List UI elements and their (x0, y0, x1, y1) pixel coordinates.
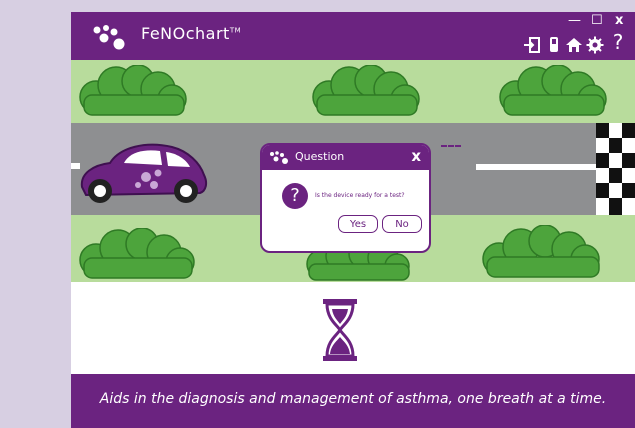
help-icon[interactable]: ? (609, 32, 627, 52)
home-icon[interactable] (565, 36, 583, 54)
bush-icon (79, 228, 195, 279)
finish-line-icon (596, 123, 635, 215)
car-icon (80, 143, 208, 203)
maximize-button[interactable]: ☐ (591, 14, 603, 28)
fenochart-logo-icon (93, 25, 125, 50)
close-window-button[interactable]: x (615, 14, 623, 28)
minimize-button[interactable]: — (568, 14, 581, 28)
title-bar: FeNOchartTM — ☐ x ? (71, 12, 635, 60)
bush-icon (499, 65, 607, 116)
dialog-title: Question (295, 150, 345, 163)
bush-icon (312, 65, 420, 116)
app-window: FeNOchartTM — ☐ x ? Aids in the diagnosi… (71, 12, 635, 428)
app-brand: FeNOchartTM (141, 24, 241, 43)
fenochart-logo-icon (270, 151, 288, 164)
question-dialog: Question x ? Is the device ready for a t… (260, 143, 431, 253)
settings-icon[interactable] (586, 36, 604, 54)
dialog-close-button[interactable]: x (411, 147, 421, 165)
lane-marking (476, 164, 596, 170)
hourglass-icon (323, 299, 357, 361)
dialog-header: Question x (262, 145, 429, 170)
dialog-message: Is the device ready for a test? (315, 192, 405, 199)
trademark: TM (229, 26, 242, 35)
dashed-marker (441, 145, 461, 147)
device-icon[interactable] (545, 36, 563, 54)
yes-button[interactable]: Yes (338, 215, 378, 233)
question-icon: ? (282, 183, 308, 209)
tagline: Aids in the diagnosis and management of … (99, 391, 607, 407)
footer-bar: Aids in the diagnosis and management of … (71, 374, 635, 428)
bush-icon (79, 65, 187, 116)
brand-text: FeNOchart (141, 24, 230, 43)
logout-icon[interactable] (523, 36, 541, 54)
bush-icon (482, 225, 600, 278)
no-button[interactable]: No (382, 215, 422, 233)
